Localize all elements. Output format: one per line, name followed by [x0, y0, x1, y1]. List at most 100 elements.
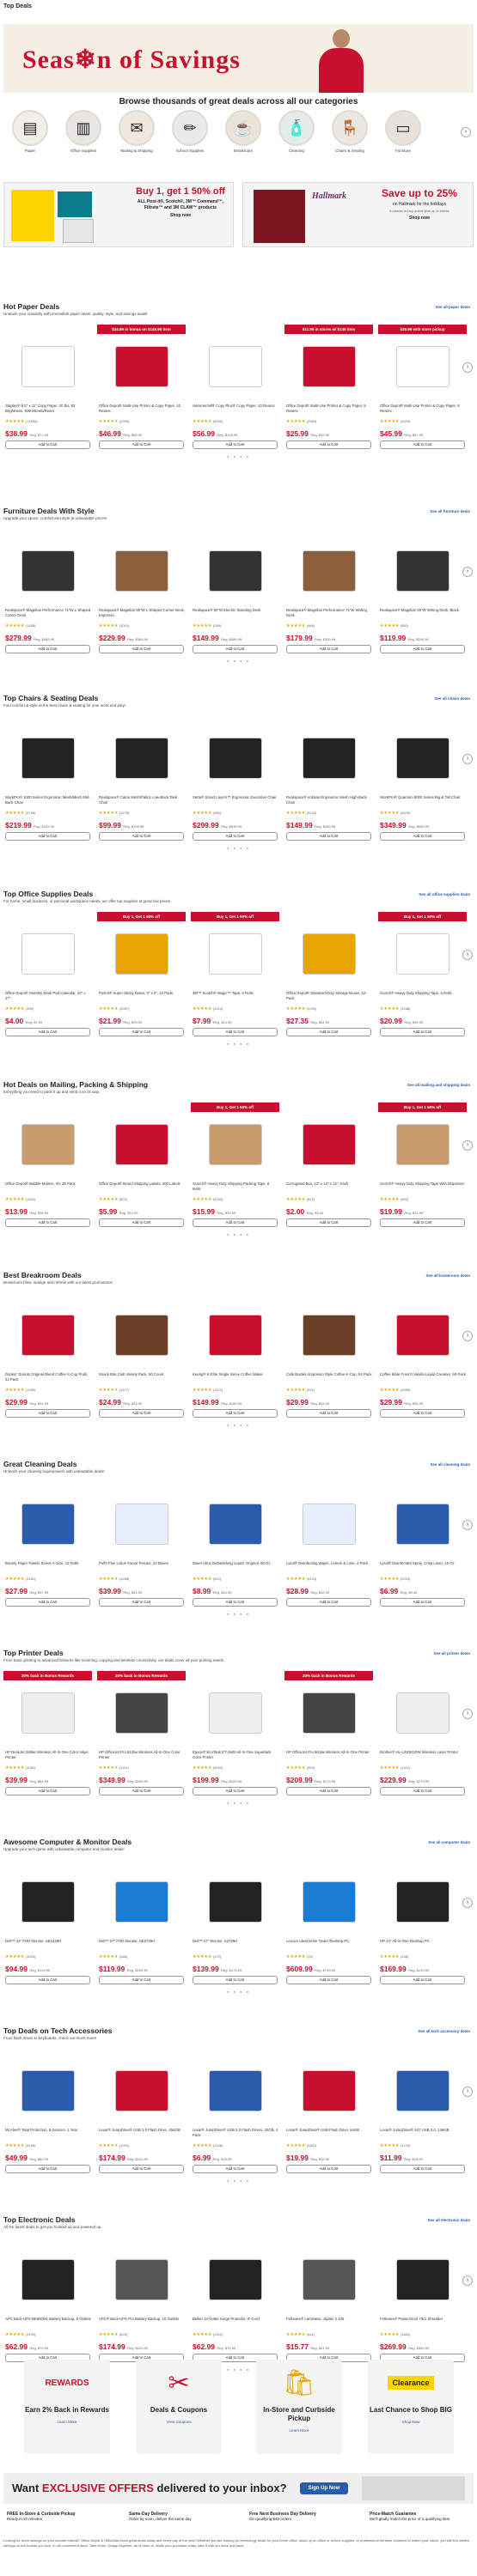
product-image[interactable] [284, 337, 373, 397]
product-name[interactable]: Office Depot® Multi-Use Printer & Copy P… [380, 404, 466, 414]
product-image[interactable] [3, 1494, 92, 1554]
carousel-next-arrow[interactable]: › [462, 1520, 473, 1530]
see-all-link[interactable]: See all paper deals [435, 305, 470, 309]
product-name[interactable]: Coffee Mate French Vanilla Liquid Creame… [380, 1372, 466, 1382]
product-image[interactable] [191, 1305, 279, 1365]
product-card[interactable]: Realspace® Magellan 59"W L-Shaped Corner… [97, 529, 186, 689]
product-image[interactable] [378, 1115, 467, 1175]
product-image[interactable] [97, 1872, 186, 1932]
product-name[interactable]: Lysol® Disinfecting Wipes, Lemon & Lime,… [286, 1561, 372, 1571]
tile-rewards[interactable]: REWARDS Earn 2% Back in Rewards Learn Mo… [24, 2360, 110, 2454]
product-name[interactable]: Dell™ 27" Monitor, S2725H [193, 1939, 278, 1949]
product-name[interactable]: Office Depot® Brand Shipping Labels, 300… [99, 1182, 185, 1192]
see-all-link[interactable]: See all printer deals [433, 1651, 470, 1656]
product-name[interactable]: Office Depot® Bubble Mailers, #0, 25 Pac… [5, 1182, 91, 1192]
see-all-link[interactable]: See all electronic deals [427, 2218, 470, 2222]
product-name[interactable]: Realspace® 60"W Electric Standing Desk [193, 608, 278, 618]
product-image[interactable] [191, 2250, 279, 2310]
product-image[interactable] [97, 728, 186, 788]
product-name[interactable]: Hammermill® Copy Plus® Copy Paper, 10 Re… [193, 404, 278, 414]
product-image[interactable] [284, 1683, 373, 1743]
product-name[interactable]: HP OfficeJet Pro 9125e Wireless All-In-O… [99, 1750, 185, 1760]
product-name[interactable]: Epson® EcoTank ET-2800 All-In-One Supert… [193, 1750, 278, 1760]
product-name[interactable]: Brother® HL-L3300CDW Wireless Laser Prin… [380, 1750, 466, 1760]
product-card[interactable]: Buy 1, Get 1 50% off Scotch® Heavy Duty S… [378, 1103, 467, 1262]
product-image[interactable] [97, 1683, 186, 1743]
tile-link[interactable]: View Coupons [136, 2420, 222, 2424]
product-card[interactable]: Lysol® Disinfectant Spray, Crisp Linen, … [378, 1482, 467, 1642]
product-card[interactable]: Bounty Paper Towels Select-A-Size, 12 Ro… [3, 1482, 92, 1642]
carousel-dots[interactable]: ● ● ● ● [0, 1612, 477, 1616]
category-mailing-shipping[interactable]: ✉ Mailing & Shipping [115, 110, 158, 153]
product-image[interactable] [97, 2061, 186, 2121]
add-to-cart-button[interactable]: Add to Cart [380, 1218, 465, 1227]
product-image[interactable] [3, 1305, 92, 1365]
see-all-link[interactable]: See all tech accessory deals [418, 2029, 470, 2033]
carousel-next-arrow[interactable]: › [462, 1898, 473, 1908]
product-name[interactable]: Lexar® JumpDrive® S47 USB 3.0, 128GB [380, 2128, 466, 2138]
product-card[interactable]: Snack Bite Club Variety Pack, 50 Count ★★… [97, 1293, 186, 1453]
product-image[interactable] [378, 2061, 467, 2121]
add-to-cart-button[interactable]: Add to Cart [380, 1976, 465, 1984]
product-name[interactable]: Bounty Paper Towels Select-A-Size, 12 Ro… [5, 1561, 91, 1571]
product-image[interactable] [191, 2061, 279, 2121]
product-card[interactable]: 20% back in Bonus Rewards HP OfficeJet Pr… [284, 1671, 373, 1831]
product-image[interactable] [3, 728, 92, 788]
product-name[interactable]: WorkPro® 1000 Series Ergonomic Mesh/Mesh… [5, 795, 91, 805]
product-image[interactable] [284, 1115, 373, 1175]
product-image[interactable] [3, 337, 92, 397]
product-name[interactable]: Snack Bite Club Variety Pack, 50 Count [99, 1372, 185, 1382]
add-to-cart-button[interactable]: Add to Cart [286, 1218, 371, 1227]
add-to-cart-button[interactable]: Add to Cart [380, 645, 465, 653]
product-name[interactable]: WorkPro® Quantum 9000 Series Big & Tall … [380, 795, 466, 805]
add-to-cart-button[interactable]: Add to Cart [286, 1598, 371, 1607]
product-image[interactable] [3, 2061, 92, 2121]
tile-pickup[interactable]: 🛍 In-Store and Curbside Pickup Learn Mor… [256, 2360, 342, 2454]
tile-coupons[interactable]: ✂ Deals & Coupons View Coupons [136, 2360, 222, 2454]
carousel-dots[interactable]: ● ● ● ● [0, 846, 477, 850]
product-card[interactable]: Corrugated Box, 12" x 12" x 12", Kraft ★★… [284, 1103, 373, 1262]
product-card[interactable]: Realspace® Magellan Performance 71"W Wri… [284, 529, 373, 689]
product-name[interactable]: Dunkin’ Donuts Original Blend Coffee K-C… [5, 1372, 91, 1382]
product-card[interactable]: $34.89 in bonus on $149.99 item Office De… [97, 325, 186, 484]
add-to-cart-button[interactable]: Add to Cart [5, 440, 90, 449]
product-image[interactable] [3, 1115, 92, 1175]
product-card[interactable]: Office Depot® Standard-Duty Storage Boxe… [284, 912, 373, 1072]
add-to-cart-button[interactable]: Add to Cart [99, 1218, 184, 1227]
add-to-cart-button[interactable]: Add to Cart [193, 832, 278, 841]
product-image[interactable] [191, 337, 279, 397]
carousel-next-arrow[interactable]: › [462, 362, 473, 373]
product-name[interactable]: HP OfficeJet Pro 9015e Wireless All-In-O… [286, 1750, 372, 1760]
add-to-cart-button[interactable]: Add to Cart [5, 1028, 90, 1036]
product-card[interactable]: $35.99 with store pickup Office Depot® Mu… [378, 325, 467, 484]
add-to-cart-button[interactable]: Add to Cart [193, 1976, 278, 1984]
product-name[interactable]: McAfee® Total Protection, 5 Devices, 1 Y… [5, 2128, 91, 2138]
product-name[interactable]: Office Depot® Multi-Use Printer & Copy P… [286, 404, 372, 414]
product-card[interactable]: HP 24" All-In-One Desktop PC ★★★★★ (258) $… [378, 1860, 467, 2020]
add-to-cart-button[interactable]: Add to Cart [286, 440, 371, 449]
product-card[interactable]: Lexar® JumpDrive® S47 USB 3.0, 128GB ★★★★… [378, 2049, 467, 2208]
add-to-cart-button[interactable]: Add to Cart [286, 1976, 371, 1984]
product-image[interactable] [378, 728, 467, 788]
product-name[interactable]: Scotch® Heavy Duty Shipping Tape, 6 Roll… [380, 991, 466, 1001]
product-name[interactable]: Keurig® K-Elite Single Serve Coffee Make… [193, 1372, 278, 1382]
promo2-shop-now[interactable]: Shop now [372, 216, 467, 221]
product-name[interactable]: Staples® 8.5" x 11" Copy Paper, 20 lbs, … [5, 404, 91, 414]
carousel-next-arrow[interactable]: › [462, 950, 473, 960]
add-to-cart-button[interactable]: Add to Cart [99, 645, 184, 653]
add-to-cart-button[interactable]: Add to Cart [99, 1976, 184, 1984]
product-name[interactable]: Scotch® Heavy Duty Shipping Packing Tape… [193, 1182, 278, 1192]
product-card[interactable]: Office Depot® Monthly Desk Pad Calendar,… [3, 912, 92, 1072]
product-card[interactable]: Buy 1, Get 1 50% off 3M™ Scotch® Magic™ T… [191, 912, 279, 1072]
product-image[interactable] [97, 541, 186, 601]
product-name[interactable]: APC® Back-UPS Pro Battery Backup, 10 Out… [99, 2317, 185, 2327]
product-name[interactable]: Realspace® Magellan 59"W Writing Desk, B… [380, 608, 466, 618]
add-to-cart-button[interactable]: Add to Cart [380, 832, 465, 841]
product-name[interactable]: Realspace® Magellan Performance 71"W L-S… [5, 608, 91, 618]
see-all-link[interactable]: See all furniture deals [430, 509, 470, 513]
product-name[interactable]: 3M™ Scotch® Magic™ Tape, 6 Rolls [193, 991, 278, 1001]
product-name[interactable]: Corrugated Box, 12" x 12" x 12", Kraft [286, 1182, 372, 1192]
product-card[interactable]: Brother® HL-L3300CDW Wireless Laser Prin… [378, 1671, 467, 1831]
add-to-cart-button[interactable]: Add to Cart [193, 1409, 278, 1418]
product-image[interactable] [284, 728, 373, 788]
